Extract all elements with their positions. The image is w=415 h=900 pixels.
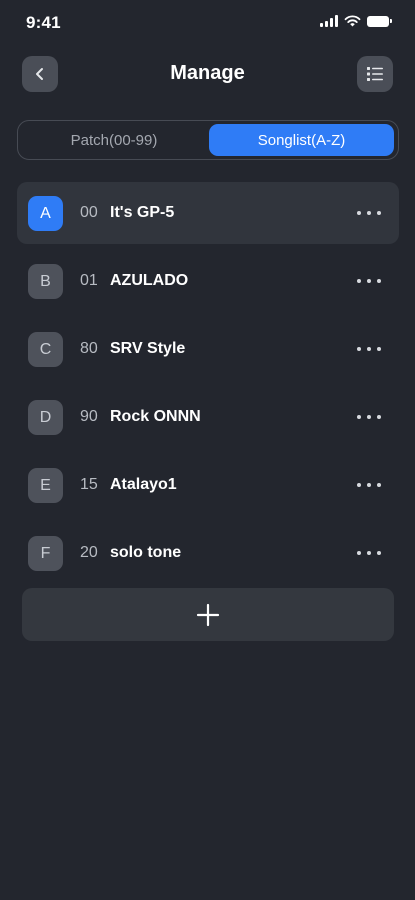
slot-letter-badge: A bbox=[28, 196, 63, 231]
patch-number: 01 bbox=[80, 272, 98, 289]
patch-number: 15 bbox=[80, 476, 98, 493]
list-item[interactable]: E 15 Atalayo1 bbox=[17, 454, 399, 516]
cellular-signal-icon bbox=[320, 15, 338, 27]
more-icon[interactable] bbox=[357, 408, 381, 426]
tab-songlist[interactable]: Songlist(A-Z) bbox=[209, 124, 394, 156]
slot-letter-badge: D bbox=[28, 400, 63, 435]
patch-number: 90 bbox=[80, 408, 98, 425]
slot-letter-badge: C bbox=[28, 332, 63, 367]
status-time: 9:41 bbox=[26, 13, 61, 32]
battery-icon bbox=[367, 15, 392, 27]
status-bar: 9:41 bbox=[0, 0, 415, 46]
header: Manage bbox=[0, 56, 415, 94]
status-icons bbox=[320, 15, 392, 27]
patch-number: 00 bbox=[80, 204, 98, 221]
view-segmented-control: Patch(00-99) Songlist(A-Z) bbox=[17, 120, 399, 160]
slot-letter-badge: F bbox=[28, 536, 63, 571]
list-icon bbox=[367, 67, 383, 81]
plus-icon bbox=[196, 603, 220, 626]
patch-number: 80 bbox=[80, 340, 98, 357]
list-item[interactable]: F 20 solo tone bbox=[17, 522, 399, 584]
page-title: Manage bbox=[170, 62, 245, 84]
patch-name: solo tone bbox=[110, 544, 182, 561]
more-icon[interactable] bbox=[357, 204, 381, 222]
list-item[interactable]: D 90 Rock ONNN bbox=[17, 386, 399, 448]
list-item[interactable]: B 01 AZULADO bbox=[17, 250, 399, 312]
patch-name: Rock ONNN bbox=[110, 408, 201, 425]
patch-name: SRV Style bbox=[110, 340, 186, 357]
patch-number: 20 bbox=[80, 544, 98, 561]
patch-name: Atalayo1 bbox=[110, 476, 177, 493]
more-icon[interactable] bbox=[357, 272, 381, 290]
more-icon[interactable] bbox=[357, 476, 381, 494]
patch-name: AZULADO bbox=[110, 272, 189, 289]
tab-patch[interactable]: Patch(00-99) bbox=[22, 124, 206, 156]
list-view-button[interactable] bbox=[357, 56, 393, 92]
more-icon[interactable] bbox=[357, 544, 381, 562]
slot-letter-badge: E bbox=[28, 468, 63, 503]
add-song-button[interactable] bbox=[22, 588, 394, 641]
slot-letter-badge: B bbox=[28, 264, 63, 299]
patch-name: It's GP-5 bbox=[110, 204, 175, 221]
songlist: A 00 It's GP-5 B 01 AZULADO C 80 SRV Sty… bbox=[17, 182, 399, 590]
list-item[interactable]: C 80 SRV Style bbox=[17, 318, 399, 380]
more-icon[interactable] bbox=[357, 340, 381, 358]
wifi-icon bbox=[344, 15, 361, 27]
list-item[interactable]: A 00 It's GP-5 bbox=[17, 182, 399, 244]
